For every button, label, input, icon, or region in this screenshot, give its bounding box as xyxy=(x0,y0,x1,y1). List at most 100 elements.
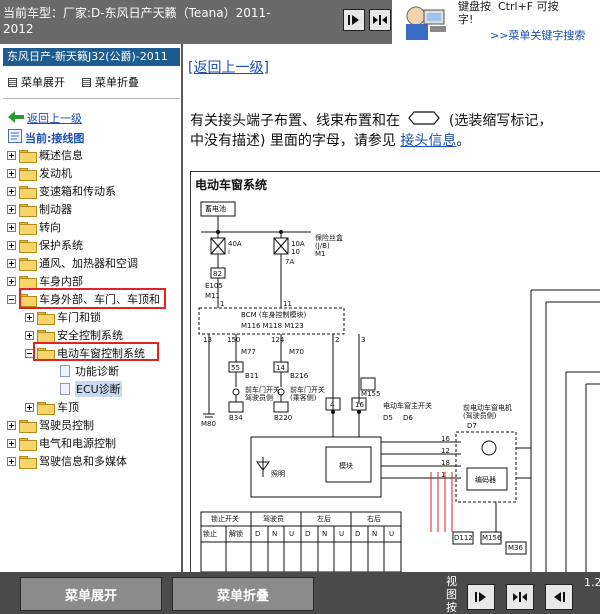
search-hint-text: 键盘按 Ctrl+F 可按 字! xyxy=(458,0,559,26)
sidebar: 东风日产-新天籁J32(公爵)-2011 菜单展开 菜单折叠 返回上一级 当前:… xyxy=(0,44,183,572)
diagram-label: U xyxy=(339,530,345,538)
nav-next-button[interactable] xyxy=(343,9,365,31)
keyword-search-link[interactable]: >>菜单关键字搜索 xyxy=(490,27,585,43)
expand-icon[interactable] xyxy=(7,420,16,430)
expand-icon[interactable] xyxy=(7,240,16,250)
tree-item-roof[interactable]: 车顶 xyxy=(25,399,79,415)
tree-item-electrical[interactable]: 电气和电源控制 xyxy=(7,435,116,451)
motor-box xyxy=(455,431,517,503)
expand-icon[interactable] xyxy=(7,222,16,232)
folder-icon xyxy=(19,437,37,451)
tree-item-function-diag[interactable]: 功能诊断 xyxy=(60,363,119,379)
expand-icon[interactable] xyxy=(25,402,34,412)
tree-item-infotainment[interactable]: 驾驶信息和多媒体 xyxy=(7,453,127,469)
tree-item-transmission[interactable]: 变速箱和传动系 xyxy=(7,183,116,199)
folder-icon xyxy=(37,311,55,325)
tree-item-protection[interactable]: 保护系统 xyxy=(7,237,83,253)
expand-icon[interactable] xyxy=(7,456,16,466)
diagram-label: 前车门开关 xyxy=(290,386,325,394)
intro-paragraph: 有关接头端子布置、线束布置和在 (选装缩写标记， 中没有描述) 里面的字母，请参… xyxy=(190,111,600,151)
tree-label: 功能诊断 xyxy=(75,365,119,378)
tree-label: 发动机 xyxy=(39,167,72,180)
diagram-label: 11 xyxy=(283,300,292,308)
current-location: 当前:接线图 xyxy=(8,129,84,146)
diagram-label: BCM (车身控制模块) xyxy=(241,311,307,319)
expand-icon[interactable] xyxy=(7,258,16,268)
diagram-label: i xyxy=(228,248,230,256)
tree-item-hvac[interactable]: 通风、加热器和空调 xyxy=(7,255,138,271)
expand-icon[interactable] xyxy=(7,276,16,286)
diagram-label: 4 xyxy=(330,401,335,409)
current-model-title: 当前车型：厂家:D-东风日产天籁（Teana）2011-2012 xyxy=(3,6,271,36)
diagram-label: D xyxy=(355,530,361,538)
diagram-label: 保险丝盒 xyxy=(315,234,343,242)
expand-icon[interactable] xyxy=(7,186,16,196)
tree-item-driver-controls[interactable]: 驾驶员控制 xyxy=(7,417,94,433)
diagram-label: 驾驶员侧 xyxy=(245,394,273,402)
diagram-label: E105 xyxy=(205,282,223,290)
nav-split-button[interactable] xyxy=(369,9,391,31)
sidebar-expand-button[interactable]: 菜单展开 xyxy=(8,74,65,90)
diagram-label: M36 xyxy=(508,544,523,552)
diagram-label: M156 xyxy=(482,534,502,542)
folder-icon xyxy=(19,167,37,181)
tree-label: ECU诊断 xyxy=(75,381,122,397)
folder-icon xyxy=(19,239,37,253)
folder-icon xyxy=(37,329,55,343)
expand-icon[interactable] xyxy=(7,438,16,448)
expand-icon[interactable] xyxy=(25,312,34,322)
arrow-right-icon xyxy=(348,14,360,26)
arrow-left-icon xyxy=(553,591,565,603)
folder-icon xyxy=(19,419,37,433)
tree-label: 驾驶信息和多媒体 xyxy=(39,455,127,468)
footer-collapse-button[interactable]: 菜单折叠 xyxy=(172,577,314,611)
content-pane: [返回上一级] 有关接头端子布置、线束布置和在 (选装缩写标记， 中没有描述) … xyxy=(185,44,600,572)
view-prev-button[interactable] xyxy=(545,584,573,610)
diagram-icon xyxy=(8,129,22,146)
diagram-label: 3 xyxy=(361,336,366,344)
diagram-label: 模块 xyxy=(339,462,353,470)
diagram-label: D6 xyxy=(403,414,413,422)
tree-item-steering[interactable]: 转向 xyxy=(7,219,61,235)
list-icon xyxy=(8,77,17,87)
diagram-label: B34 xyxy=(229,414,243,422)
diagram-label: 1 xyxy=(220,300,225,308)
tree-item-brakes[interactable]: 制动器 xyxy=(7,201,72,217)
content-back-link[interactable]: [返回上一级] xyxy=(188,57,269,77)
view-next-button[interactable] xyxy=(467,584,495,610)
folder-icon xyxy=(19,275,37,289)
tree-item-engine[interactable]: 发动机 xyxy=(7,165,72,181)
tree-item-ecu-diag[interactable]: ECU诊断 xyxy=(60,381,122,397)
folder-icon xyxy=(19,185,37,199)
diagram-label: 电动车窗主开关 xyxy=(383,402,432,410)
tree-item-overview[interactable]: 概述信息 xyxy=(7,147,83,163)
sidebar-collapse-button[interactable]: 菜单折叠 xyxy=(82,74,139,90)
folder-icon xyxy=(19,221,37,235)
expand-icon[interactable] xyxy=(25,330,34,340)
diagram-label: 55 xyxy=(231,364,240,372)
footer-expand-button[interactable]: 菜单展开 xyxy=(20,577,162,611)
folder-icon xyxy=(19,257,37,271)
split-arrows-icon xyxy=(373,14,387,26)
expand-icon[interactable] xyxy=(7,204,16,214)
tree-label: 制动器 xyxy=(39,203,72,216)
diagram-label: D112 xyxy=(454,534,473,542)
collapse-icon[interactable] xyxy=(7,294,16,304)
expand-icon[interactable] xyxy=(7,150,16,160)
diagram-label: 12 xyxy=(441,447,450,455)
diagram-label: N xyxy=(372,530,378,538)
folder-icon xyxy=(19,149,37,163)
connector-info-link[interactable]: 接头信息 xyxy=(400,133,456,149)
back-arrow-icon xyxy=(8,110,24,126)
diagram-label: 124 xyxy=(271,336,285,344)
diagram-label: 40A xyxy=(228,240,242,248)
tree-item-interior[interactable]: 车身内部 xyxy=(7,273,83,289)
tree-item-security[interactable]: 安全控制系统 xyxy=(25,327,123,343)
current-location-label: 当前:接线图 xyxy=(25,131,85,145)
sidebar-back-link[interactable]: 返回上一级 xyxy=(8,110,82,126)
expand-icon[interactable] xyxy=(7,168,16,178)
view-split-button[interactable] xyxy=(506,584,534,610)
tree-label: 概述信息 xyxy=(39,149,83,162)
tree-item-doors-locks[interactable]: 车门和锁 xyxy=(25,309,101,325)
diagram-label: D5 xyxy=(383,414,393,422)
